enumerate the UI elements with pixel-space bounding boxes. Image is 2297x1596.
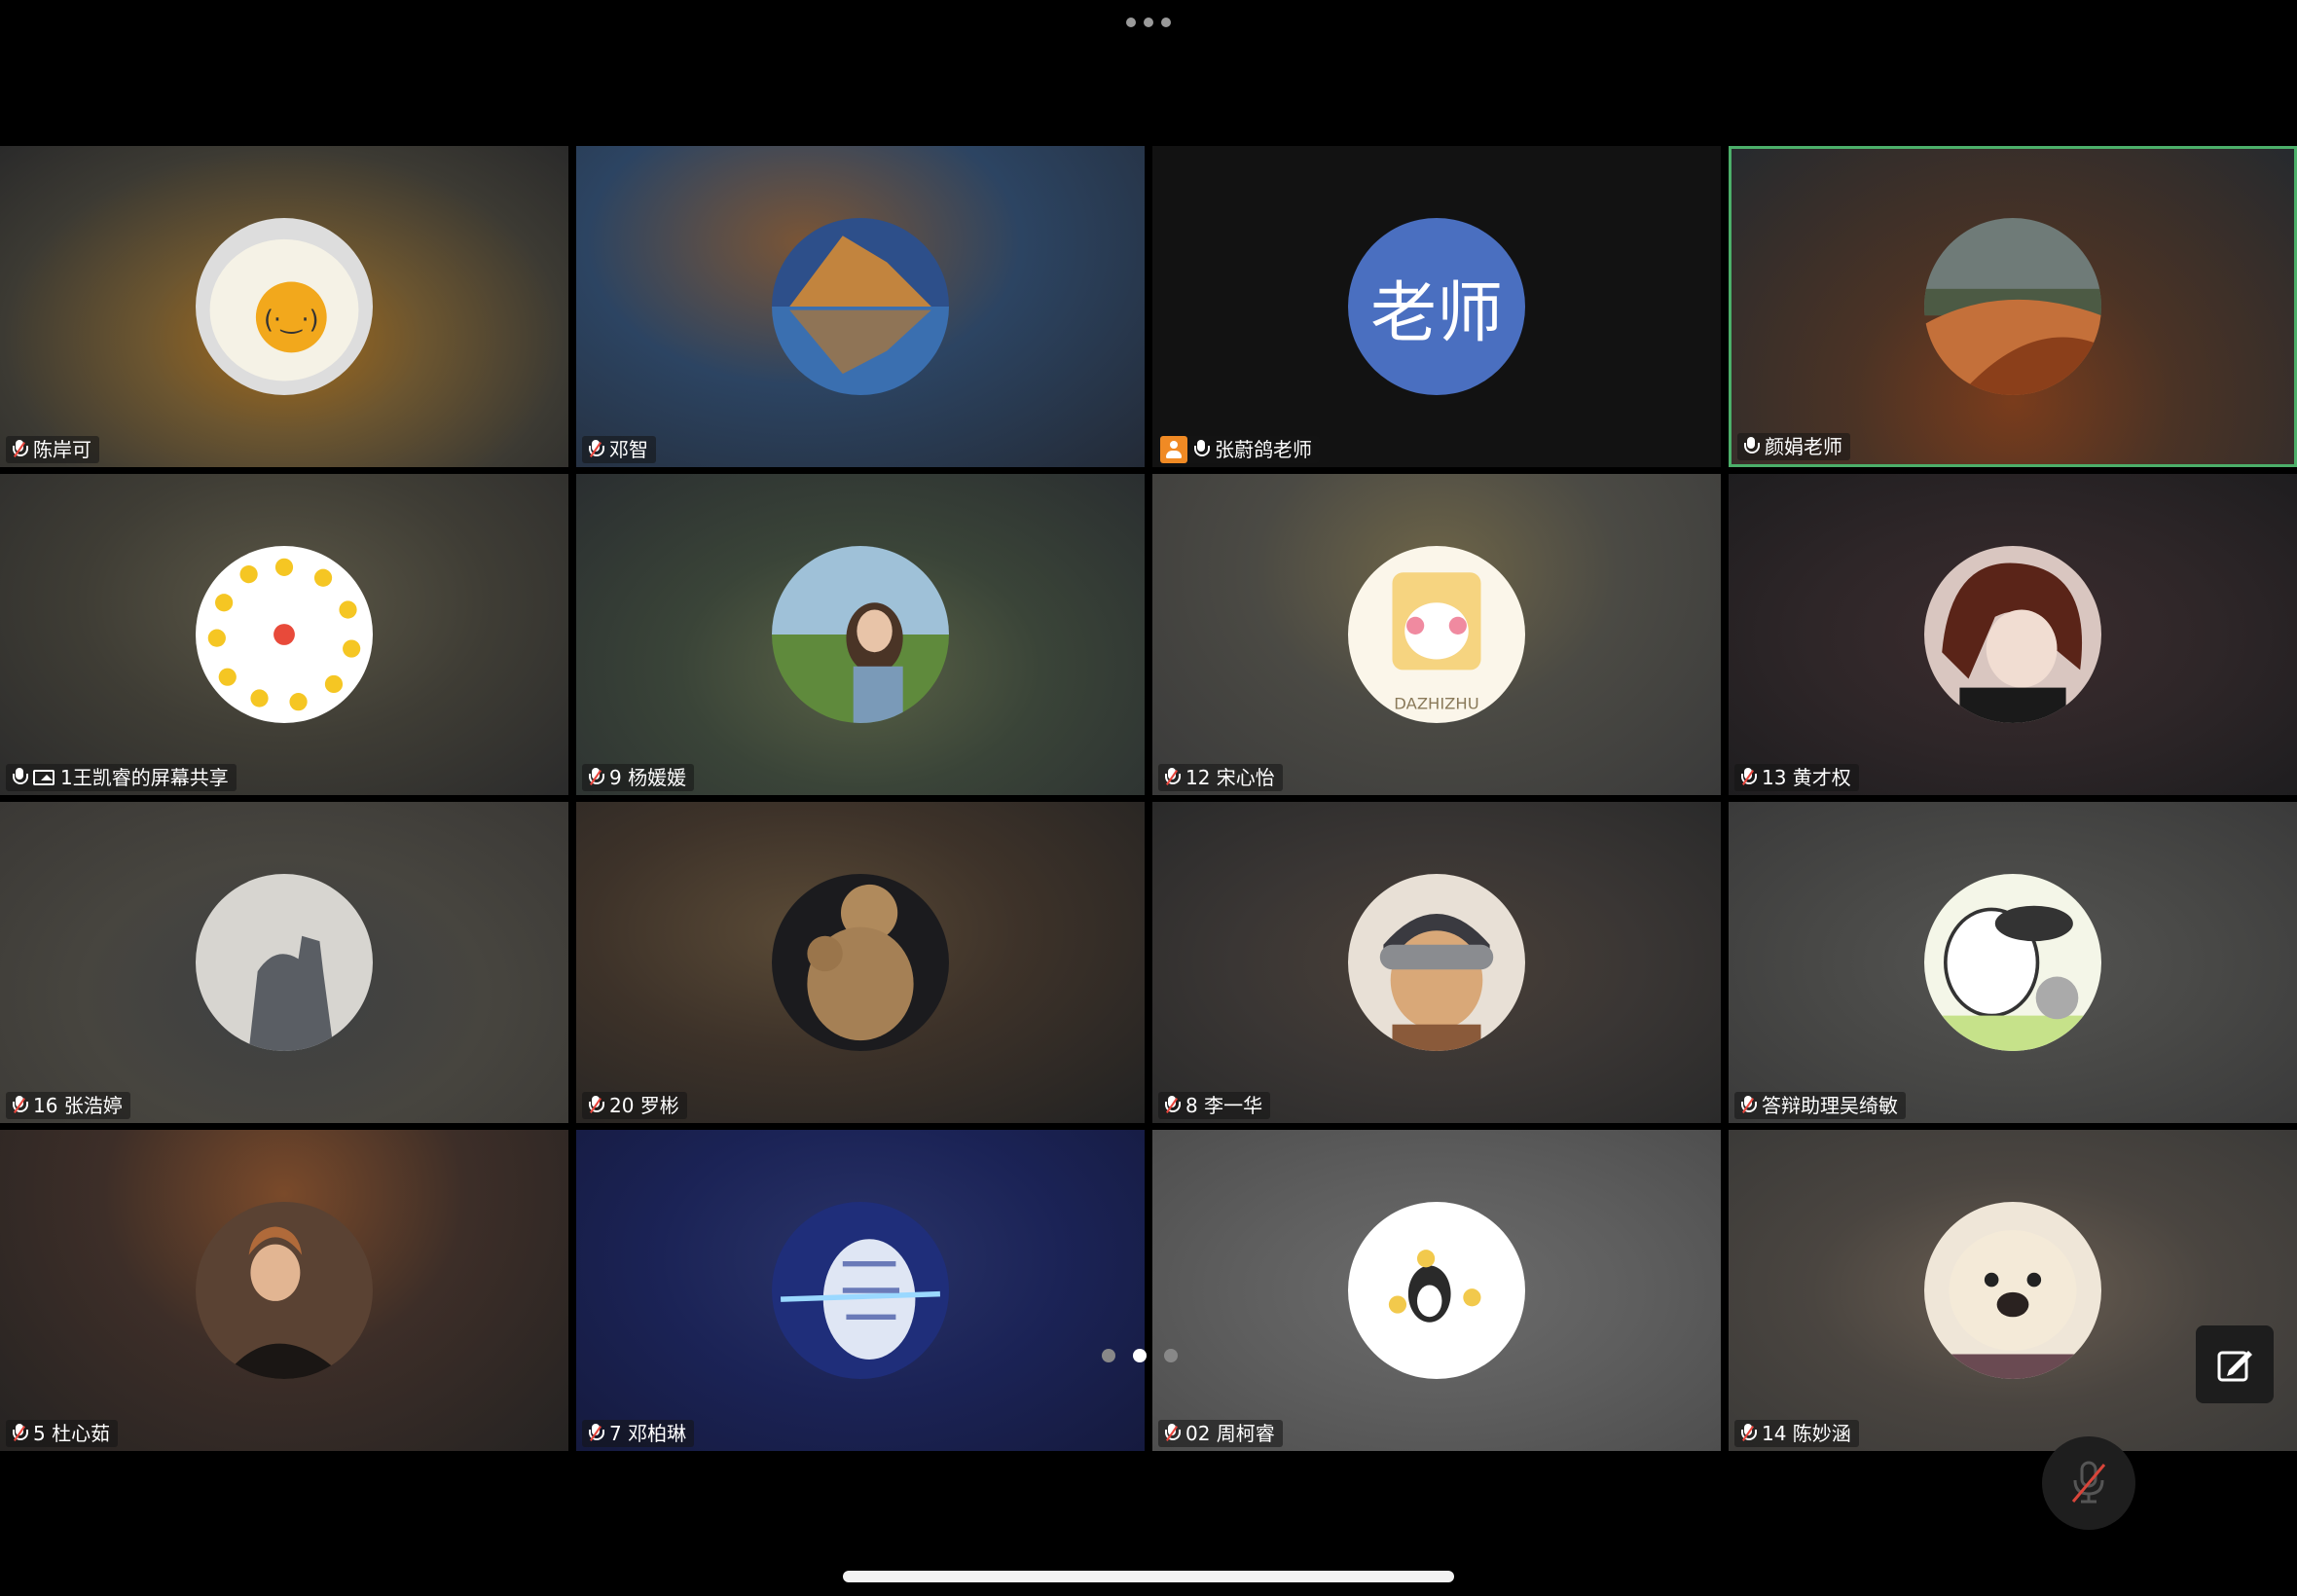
participant-tile[interactable]: 5 杜心茹: [0, 1130, 568, 1451]
avatar: [1924, 546, 2101, 723]
participant-tile[interactable]: 02 周柯睿: [1152, 1130, 1721, 1451]
mic-muted-icon: [588, 768, 604, 787]
name-tag: 颜娟老师: [1737, 433, 1850, 460]
mic-muted-icon: [12, 1096, 28, 1115]
avatar: [772, 874, 949, 1051]
name-tag: 7 邓柏琳: [582, 1420, 695, 1447]
avatar: 老师: [1348, 218, 1525, 395]
participant-tile[interactable]: 16 张浩婷: [0, 802, 568, 1123]
participant-grid: (·‿·) 陈岸可 邓智 老师 张蔚鸽老师 颜娟老师 1王凯睿的屏幕共享 9 杨…: [0, 146, 2297, 1451]
mic-icon: [1743, 437, 1760, 456]
participant-name: 14 陈妙涵: [1762, 1422, 1851, 1445]
mic-muted-icon: [1164, 1424, 1181, 1443]
avatar: (·‿·): [196, 218, 373, 395]
host-icon: [1160, 436, 1187, 463]
participant-tile[interactable]: 老师 张蔚鸽老师: [1152, 146, 1721, 467]
page-indicator[interactable]: [1102, 1349, 1178, 1362]
teacher-avatar-text: 老师: [1369, 274, 1503, 352]
page-dot-current[interactable]: [1133, 1349, 1147, 1362]
mic-muted-icon: [2071, 1461, 2106, 1504]
mic-muted-icon: [1740, 1096, 1757, 1115]
page-dot[interactable]: [1164, 1349, 1178, 1362]
home-indicator[interactable]: [843, 1571, 1454, 1582]
participant-tile[interactable]: 邓智: [576, 146, 1145, 467]
avatar: [196, 546, 373, 723]
mic-icon: [1193, 440, 1210, 459]
name-tag: 张蔚鸽老师: [1158, 436, 1320, 463]
name-tag: 9 杨媛媛: [582, 764, 695, 791]
name-tag: 02 周柯睿: [1158, 1420, 1283, 1447]
mic-muted-icon: [588, 1096, 604, 1115]
avatar: [1348, 874, 1525, 1051]
avatar: [772, 1202, 949, 1379]
more-dots-icon: [1126, 18, 1136, 27]
mic-muted-icon: [1740, 1424, 1757, 1443]
participant-name: 5 杜心茹: [33, 1422, 111, 1445]
participant-name: 16 张浩婷: [33, 1094, 123, 1117]
participant-tile[interactable]: 答辩助理吴绮敏: [1729, 802, 2297, 1123]
avatar: [772, 218, 949, 395]
participant-name: 颜娟老师: [1765, 435, 1842, 458]
participant-name: 邓智: [609, 438, 648, 461]
avatar: DAZHIZHU: [1348, 546, 1525, 723]
name-tag: 答辩助理吴绮敏: [1734, 1092, 1906, 1119]
svg-text:(·‿·): (·‿·): [264, 306, 319, 335]
participant-tile[interactable]: 20 罗彬: [576, 802, 1145, 1123]
mic-muted-icon: [588, 440, 604, 459]
name-tag: 邓智: [582, 436, 656, 463]
svg-text:DAZHIZHU: DAZHIZHU: [1394, 694, 1478, 712]
participant-tile[interactable]: DAZHIZHU 12 宋心怡: [1152, 474, 1721, 795]
participant-name: 20 罗彬: [609, 1094, 679, 1117]
participant-name: 13 黄才权: [1762, 766, 1851, 789]
participant-name: 陈岸可: [33, 438, 91, 461]
more-options-button[interactable]: [1119, 16, 1178, 29]
participant-name: 12 宋心怡: [1185, 766, 1275, 789]
edit-icon: [2217, 1351, 2252, 1382]
participant-tile[interactable]: 7 邓柏琳: [576, 1130, 1145, 1451]
name-tag: 16 张浩婷: [6, 1092, 130, 1119]
mic-muted-icon: [588, 1424, 604, 1443]
avatar: [772, 546, 949, 723]
page-dot[interactable]: [1102, 1349, 1115, 1362]
name-tag: 14 陈妙涵: [1734, 1420, 1859, 1447]
name-tag: 8 李一华: [1158, 1092, 1271, 1119]
name-tag: 13 黄才权: [1734, 764, 1859, 791]
participant-tile[interactable]: 8 李一华: [1152, 802, 1721, 1123]
name-tag: 1王凯睿的屏幕共享: [6, 764, 237, 791]
name-tag: 5 杜心茹: [6, 1420, 119, 1447]
participant-name: 8 李一华: [1185, 1094, 1263, 1117]
avatar: [196, 1202, 373, 1379]
mic-muted-icon: [1164, 768, 1181, 787]
participant-name: 7 邓柏琳: [609, 1422, 687, 1445]
participant-tile[interactable]: (·‿·) 陈岸可: [0, 146, 568, 467]
mic-icon: [12, 768, 28, 787]
avatar: [1348, 1202, 1525, 1379]
participant-tile-active[interactable]: 颜娟老师: [1729, 146, 2297, 467]
participant-tile[interactable]: 9 杨媛媛: [576, 474, 1145, 795]
name-tag: 陈岸可: [6, 436, 99, 463]
participant-tile[interactable]: 1王凯睿的屏幕共享: [0, 474, 568, 795]
mic-muted-icon: [12, 1424, 28, 1443]
participant-name: 1王凯睿的屏幕共享: [60, 766, 229, 789]
avatar: [1924, 874, 2101, 1051]
mic-muted-icon: [1740, 768, 1757, 787]
avatar: [196, 874, 373, 1051]
participant-name: 张蔚鸽老师: [1215, 438, 1312, 461]
participant-tile[interactable]: 13 黄才权: [1729, 474, 2297, 795]
mute-toggle-button[interactable]: [2042, 1436, 2135, 1530]
participant-name: 9 杨媛媛: [609, 766, 687, 789]
edit-button[interactable]: [2196, 1325, 2274, 1403]
mic-muted-icon: [12, 440, 28, 459]
avatar: [1924, 1202, 2101, 1379]
participant-name: 02 周柯睿: [1185, 1422, 1275, 1445]
screen-share-icon: [33, 770, 55, 785]
mic-muted-icon: [1164, 1096, 1181, 1115]
name-tag: 12 宋心怡: [1158, 764, 1283, 791]
avatar: [1924, 218, 2101, 395]
name-tag: 20 罗彬: [582, 1092, 687, 1119]
participant-name: 答辩助理吴绮敏: [1762, 1094, 1898, 1117]
